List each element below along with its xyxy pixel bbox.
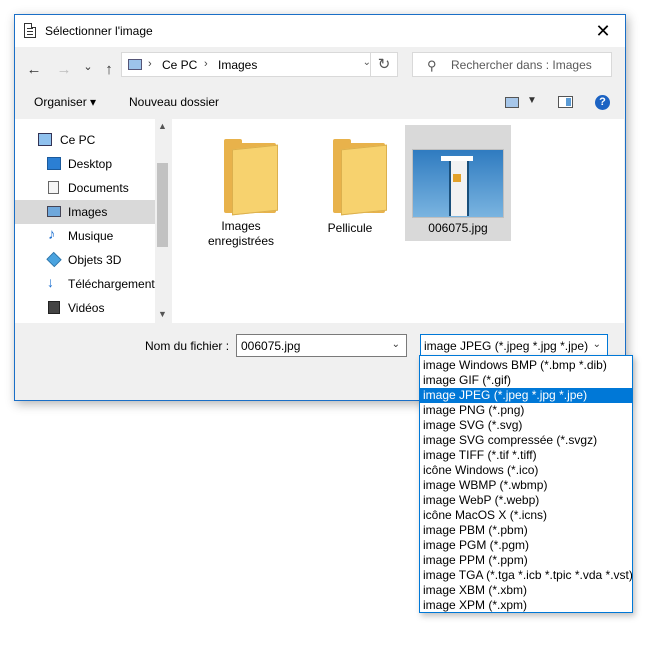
- file-type-option[interactable]: image Windows BMP (*.bmp *.dib): [420, 358, 632, 373]
- file-type-option[interactable]: image PPM (*.ppm): [420, 553, 632, 568]
- sidebar-item-label: Desktop: [68, 157, 113, 171]
- view-mode-dropdown[interactable]: ▼: [527, 95, 537, 106]
- image-thumbnail: [412, 149, 504, 218]
- navigation-pane: Ce PC Desktop Documents Images ♪ Musique…: [15, 119, 170, 323]
- filename-label: Nom du fichier :: [145, 339, 230, 353]
- view-mode-icon[interactable]: [505, 97, 519, 108]
- file-type-option[interactable]: image PGM (*.pgm): [420, 538, 632, 553]
- sidebar-item-label: Vidéos: [68, 301, 105, 315]
- breadcrumb-ce-pc[interactable]: Ce PC: [162, 58, 197, 72]
- back-button[interactable]: ←: [23, 59, 45, 81]
- sidebar-item-label: Musique: [68, 229, 114, 243]
- filename-value[interactable]: 006075.jpg: [241, 339, 300, 353]
- file-type-dropdown-list: image Windows BMP (*.bmp *.dib) image GIF…: [419, 355, 633, 613]
- music-icon: ♪: [48, 226, 56, 243]
- file-type-option[interactable]: image SVG (*.svg): [420, 418, 632, 433]
- file-type-option[interactable]: image PNG (*.png): [420, 403, 632, 418]
- help-icon[interactable]: ?: [595, 95, 610, 110]
- breadcrumb-images[interactable]: Images: [218, 58, 257, 72]
- file-type-option[interactable]: image TGA (*.tga *.icb *.tpic *.vda *.vs…: [420, 568, 633, 583]
- sidebar-item-label: Objets 3D: [68, 253, 122, 267]
- folder-item-images-enregistrees[interactable]: Images enregistrées: [188, 125, 294, 248]
- desktop-icon: [47, 157, 61, 170]
- folder-item-pellicule[interactable]: Pellicule: [297, 125, 403, 241]
- file-type-option[interactable]: icône MacOS X (*.icns): [420, 508, 632, 523]
- title-bar: Sélectionner l'image ✕: [15, 15, 625, 47]
- search-placeholder[interactable]: Rechercher dans : Images: [451, 58, 592, 72]
- file-item-006075-jpg[interactable]: 006075.jpg: [405, 125, 511, 241]
- sidebar-item-telechargements[interactable]: ↓ Téléchargements: [15, 272, 161, 296]
- file-name-line: Images: [221, 219, 261, 233]
- file-type-option[interactable]: image XPM (*.xpm): [420, 598, 632, 613]
- sidebar-item-objets-3d[interactable]: Objets 3D: [15, 248, 155, 272]
- file-type-option[interactable]: image GIF (*.gif): [420, 373, 632, 388]
- recent-locations-button[interactable]: ⌄: [77, 56, 99, 78]
- breadcrumb-separator[interactable]: ›: [148, 58, 152, 70]
- sidebar-item-label: Téléchargements: [68, 277, 161, 291]
- file-type-option[interactable]: image TIFF (*.tif *.tiff): [420, 448, 632, 463]
- file-type-select[interactable]: image JPEG (*.jpeg *.jpg *.jpe) ⌄: [420, 334, 608, 357]
- sidebar-item-label: Documents: [68, 181, 129, 195]
- chevron-down-icon[interactable]: ⌄: [392, 339, 400, 350]
- preview-pane-icon[interactable]: [558, 96, 573, 108]
- objects-3d-icon: [46, 251, 62, 268]
- file-type-option[interactable]: image WebP (*.webp): [420, 493, 632, 508]
- document-icon: [24, 23, 36, 38]
- scroll-up-arrow[interactable]: ▲: [155, 121, 170, 131]
- file-type-option[interactable]: image JPEG (*.jpeg *.jpg *.jpe): [420, 388, 632, 403]
- address-bar[interactable]: › Ce PC › Images ⌄: [121, 52, 378, 77]
- file-type-option[interactable]: image XBM (*.xbm): [420, 583, 632, 598]
- up-folder-button[interactable]: ↑: [98, 59, 120, 81]
- search-icon: ⚲: [427, 58, 437, 73]
- computer-icon: [38, 133, 52, 146]
- sidebar-item-videos[interactable]: Vidéos: [15, 296, 155, 320]
- file-type-option[interactable]: image PBM (*.pbm): [420, 523, 632, 538]
- folder-icon: [224, 139, 280, 216]
- refresh-button[interactable]: ↻: [370, 52, 398, 77]
- sidebar-item-label: Images: [68, 205, 108, 219]
- filename-field[interactable]: 006075.jpg ⌄: [236, 334, 407, 357]
- close-button[interactable]: ✕: [581, 15, 625, 47]
- search-box[interactable]: ⚲ Rechercher dans : Images: [412, 52, 612, 77]
- file-name: Images enregistrées: [188, 219, 294, 249]
- new-folder-button[interactable]: Nouveau dossier: [129, 95, 219, 109]
- sidebar-item-images[interactable]: Images: [15, 200, 155, 224]
- file-type-option[interactable]: icône Windows (*.ico): [420, 463, 632, 478]
- scroll-down-arrow[interactable]: ▼: [155, 309, 170, 319]
- file-list: Images enregistrées Pellicule 006075.jpg: [172, 119, 624, 323]
- sidebar-item-documents[interactable]: Documents: [15, 176, 155, 200]
- file-type-value[interactable]: image JPEG (*.jpeg *.jpg *.jpe): [424, 339, 588, 353]
- sidebar-item-ce-pc[interactable]: Ce PC: [15, 128, 155, 152]
- documents-icon: [48, 181, 59, 194]
- file-open-dialog: Sélectionner l'image ✕ ← → ⌄ ↑ › Ce PC ›…: [14, 14, 626, 401]
- sidebar-item-label: Ce PC: [60, 133, 96, 147]
- navigation-scrollbar[interactable]: ▲ ▼: [155, 119, 170, 323]
- file-name: 006075.jpg: [428, 221, 488, 235]
- pictures-icon: [47, 206, 61, 217]
- file-type-option[interactable]: image WBMP (*.wbmp): [420, 478, 632, 493]
- file-type-option[interactable]: image SVG compressée (*.svgz): [420, 433, 632, 448]
- file-name-line: enregistrées: [207, 234, 275, 248]
- sidebar-item-musique[interactable]: ♪ Musique: [15, 224, 155, 248]
- breadcrumb-separator[interactable]: ›: [204, 58, 208, 70]
- pictures-location-icon: [128, 59, 142, 70]
- downloads-icon: ↓: [47, 274, 54, 290]
- window-title: Sélectionner l'image: [45, 24, 153, 38]
- scrollbar-thumb[interactable]: [157, 163, 168, 247]
- sidebar-item-desktop[interactable]: Desktop: [15, 152, 155, 176]
- forward-button[interactable]: →: [53, 59, 75, 81]
- folder-icon: [333, 139, 389, 216]
- file-name: Pellicule: [327, 221, 373, 235]
- videos-icon: [48, 301, 60, 314]
- organize-button[interactable]: Organiser ▾: [34, 95, 96, 109]
- chevron-down-icon[interactable]: ⌄: [593, 339, 601, 350]
